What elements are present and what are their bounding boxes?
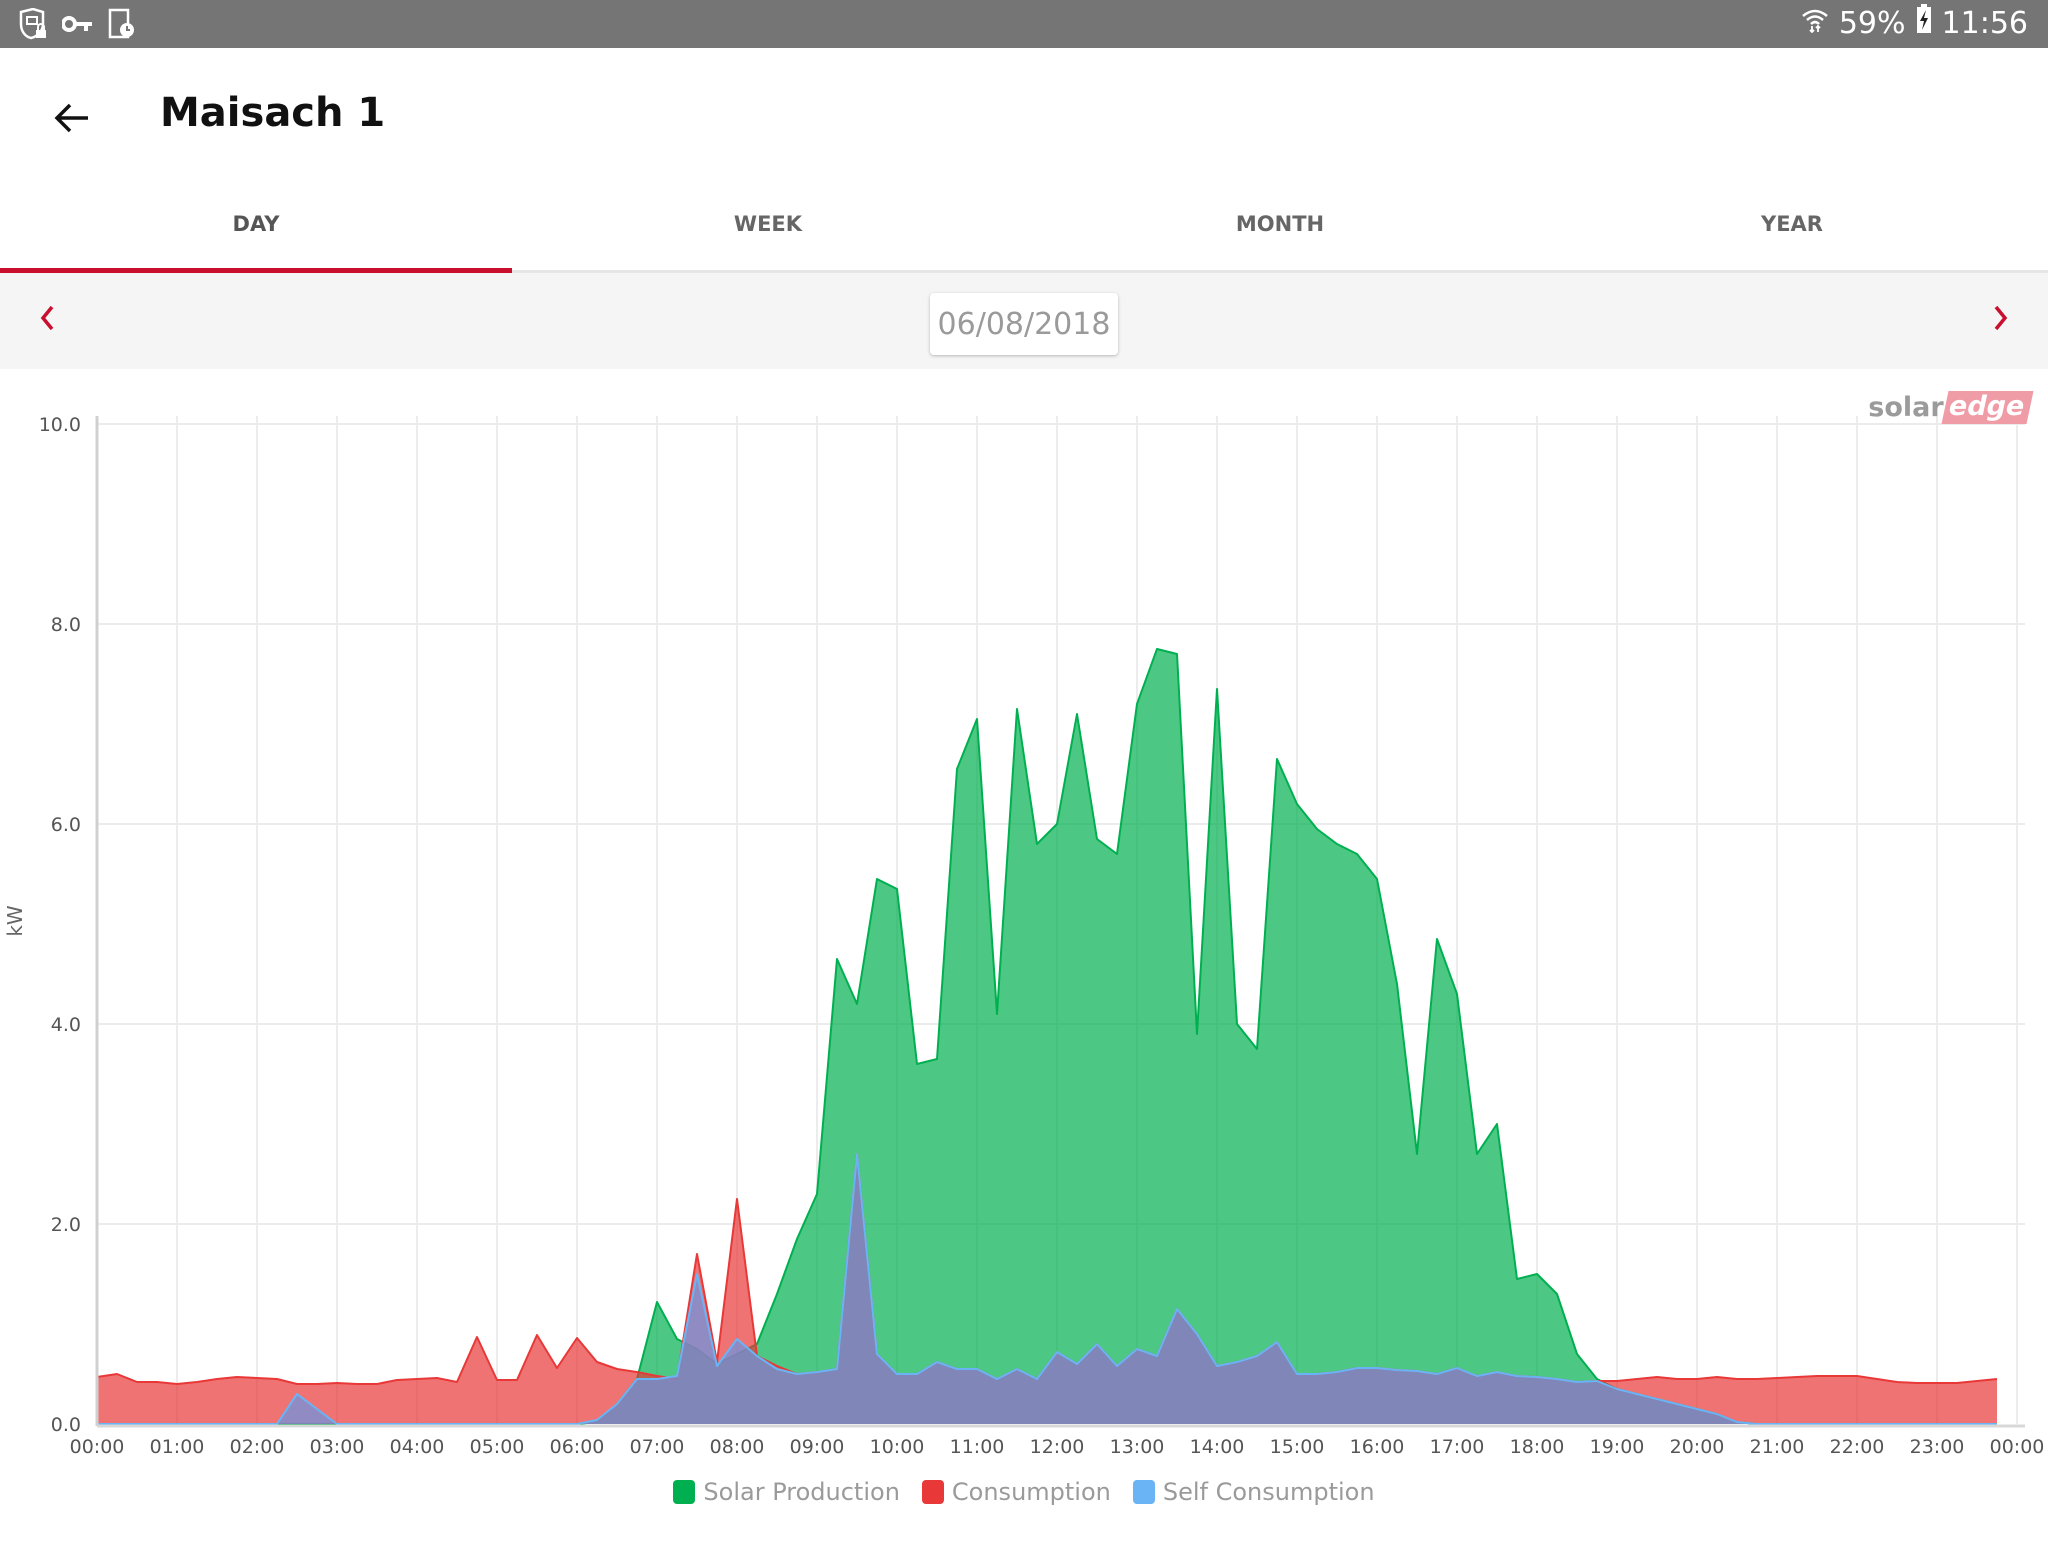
back-button[interactable] — [40, 88, 104, 152]
tab-year[interactable]: YEAR — [1536, 178, 2048, 270]
chart-svg: 00:00 01:00 02:00 03:00 04:00 05:00 06:00 07:00… — [0, 369, 2048, 1536]
x-tick-label: 12:00 — [1030, 1436, 1085, 1458]
status-bar: 59% 11:56 — [0, 0, 2048, 48]
x-tick-label: 15:00 — [1270, 1436, 1325, 1458]
x-tick-label: 06:00 — [550, 1436, 605, 1458]
x-tick-label: 20:00 — [1670, 1436, 1725, 1458]
tab-day[interactable]: DAY — [0, 178, 512, 270]
x-tick-label: 11:00 — [950, 1436, 1005, 1458]
x-tick-label: 14:00 — [1190, 1436, 1245, 1458]
legend-label: Consumption — [952, 1478, 1111, 1506]
x-tick-label: 01:00 — [150, 1436, 205, 1458]
key-icon — [62, 14, 94, 39]
y-tick-label: 10.0 — [39, 414, 81, 436]
x-tick-label: 23:00 — [1910, 1436, 1965, 1458]
legend-consumption[interactable]: Consumption — [922, 1478, 1111, 1506]
previous-day-button[interactable] — [22, 295, 72, 345]
y-tick-label: 6.0 — [51, 814, 81, 836]
y-axis-label: kW — [3, 905, 27, 937]
vpn-shield-lock-icon — [18, 8, 48, 45]
wifi-icon — [1801, 6, 1829, 41]
arrow-left-icon — [54, 102, 90, 139]
x-tick-label: 02:00 — [230, 1436, 285, 1458]
battery-charging-icon — [1916, 4, 1932, 42]
power-chart: solaredge 00:00 01:00 02:00 03:00 04:00 05:00… — [0, 369, 2048, 1536]
x-tick-label: 07:00 — [630, 1436, 685, 1458]
next-day-button[interactable] — [1976, 295, 2026, 345]
x-tick-label: 10:00 — [870, 1436, 925, 1458]
chart-areas — [97, 649, 1997, 1424]
x-tick-label: 13:00 — [1110, 1436, 1165, 1458]
x-tick-label: 05:00 — [470, 1436, 525, 1458]
tab-week[interactable]: WEEK — [512, 178, 1024, 270]
area-solar-production — [97, 649, 1917, 1424]
x-tick-label: 21:00 — [1750, 1436, 1805, 1458]
x-tick-label: 03:00 — [310, 1436, 365, 1458]
legend-label: Self Consumption — [1163, 1478, 1375, 1506]
chart-legend: Solar Production Consumption Self Consum… — [0, 1478, 2048, 1506]
legend-swatch-consumption — [922, 1480, 944, 1504]
app-bar: Maisach 1 — [0, 48, 2048, 178]
page-title: Maisach 1 — [160, 90, 385, 136]
x-tick-label: 00:00 — [70, 1436, 125, 1458]
chevron-left-icon — [38, 304, 56, 337]
tab-month[interactable]: MONTH — [1024, 178, 1536, 270]
legend-label: Solar Production — [703, 1478, 899, 1506]
x-tick-label: 17:00 — [1430, 1436, 1485, 1458]
legend-self-consumption[interactable]: Self Consumption — [1133, 1478, 1375, 1506]
period-tabs: DAY WEEK MONTH YEAR — [0, 178, 2048, 273]
device-clock-icon — [108, 8, 136, 45]
y-tick-label: 4.0 — [51, 1014, 81, 1036]
x-tick-label: 18:00 — [1510, 1436, 1565, 1458]
x-tick-label: 16:00 — [1350, 1436, 1405, 1458]
x-tick-label: 04:00 — [390, 1436, 445, 1458]
y-tick-label: 0.0 — [51, 1414, 81, 1436]
legend-swatch-solar — [673, 1480, 695, 1504]
x-tick-label: 22:00 — [1830, 1436, 1885, 1458]
chevron-right-icon — [1992, 304, 2010, 337]
y-tick-label: 8.0 — [51, 614, 81, 636]
x-tick-label: 08:00 — [710, 1436, 765, 1458]
date-navigator: 06/08/2018 — [0, 273, 2048, 369]
y-tick-label: 2.0 — [51, 1214, 81, 1236]
clock-time: 11:56 — [1942, 6, 2028, 41]
solaredge-logo: solaredge — [1868, 391, 2030, 424]
x-tick-label: 00:00 — [1990, 1436, 2045, 1458]
x-tick-label: 09:00 — [790, 1436, 845, 1458]
battery-percent: 59% — [1839, 6, 1906, 41]
date-picker[interactable]: 06/08/2018 — [930, 293, 1118, 355]
x-tick-label: 19:00 — [1590, 1436, 1645, 1458]
legend-solar-production[interactable]: Solar Production — [673, 1478, 899, 1506]
legend-swatch-self-consumption — [1133, 1480, 1155, 1504]
